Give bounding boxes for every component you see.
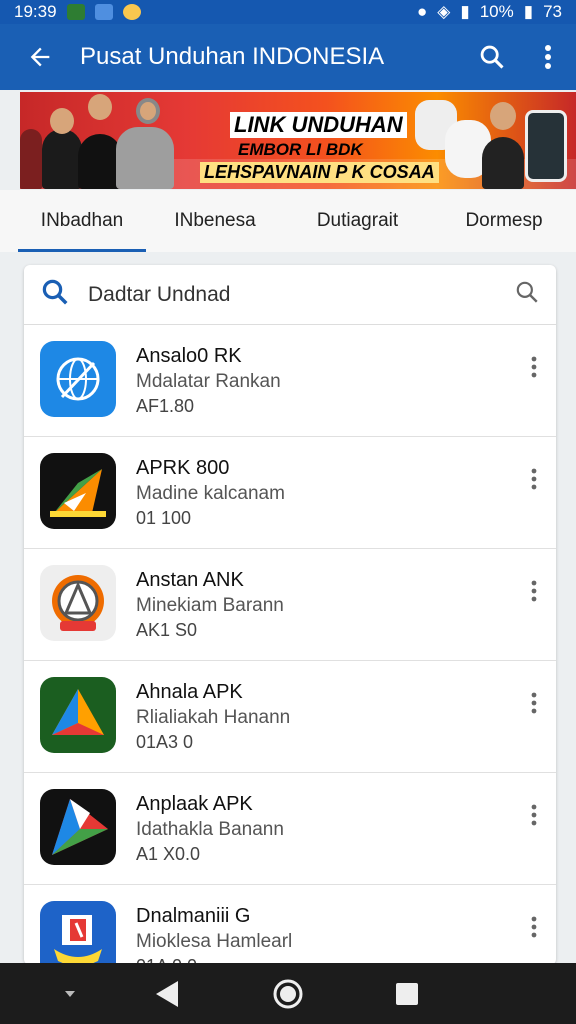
- page-title: Pusat Unduhan INDONESIA: [80, 43, 385, 70]
- ship-icon: [40, 901, 116, 965]
- list-item[interactable]: Anstan ANK Minekiam Barann AK1 S0: [24, 549, 556, 661]
- more-vert-icon[interactable]: [522, 795, 546, 835]
- search-icon: [40, 277, 70, 312]
- banner-tagline: LEHSPAVNAIN P K COSAA: [200, 162, 439, 183]
- person-figure: [42, 129, 82, 189]
- status-bar: 19:39 ● ◈ ▮ 10% ▮ 73: [0, 0, 576, 24]
- app-subtitle: Madine kalcanam: [136, 483, 285, 504]
- person-figure: [482, 137, 524, 189]
- tab-label: INbadhan: [40, 210, 124, 231]
- tab-label: Dutiagrait: [316, 210, 399, 231]
- notification-icon: [66, 4, 85, 20]
- app-subtitle: Minekiam Barann: [136, 595, 284, 616]
- banner-subline: EMBOR LI BDK: [238, 140, 363, 159]
- apk-badge-icon: [40, 565, 116, 641]
- more-vert-icon[interactable]: [522, 347, 546, 387]
- battery-icon: ▮: [523, 2, 534, 21]
- back-icon[interactable]: [138, 963, 198, 1024]
- vibrate-icon: ◈: [437, 2, 451, 21]
- list-item[interactable]: Anplaak APK Idathakla Banann A1 X0.0: [24, 773, 556, 885]
- chat-icon: [122, 4, 141, 20]
- home-icon[interactable]: [258, 963, 318, 1024]
- list-item[interactable]: Ansalo0 RK Mdalatar Rankan AF1.80: [24, 325, 556, 437]
- list-item[interactable]: APRK 800 Madine kalcanam 01 100: [24, 437, 556, 549]
- app-version: 01 100: [136, 508, 192, 528]
- app-name: Anplaak APK: [136, 793, 253, 815]
- location-icon: ●: [416, 2, 428, 21]
- app-name: Dnalmaniii G: [136, 905, 251, 927]
- more-vert-icon[interactable]: [522, 907, 546, 947]
- more-vert-icon[interactable]: [522, 683, 546, 723]
- person-figure: [20, 129, 42, 189]
- tab-dutiagrait[interactable]: Dutiagrait: [300, 190, 415, 252]
- tab-bar: INbadhan INbenesa Dutiagrait Dormesp: [0, 190, 576, 252]
- person-head: [136, 98, 160, 124]
- search-icon[interactable]: [464, 24, 520, 90]
- recents-icon[interactable]: [377, 963, 437, 1024]
- person-head: [490, 102, 516, 130]
- status-extra: 73: [543, 2, 562, 21]
- arrow-triangle-icon: [40, 789, 116, 865]
- tab-inbadhan[interactable]: INbadhan: [18, 190, 146, 252]
- clock: 19:39: [14, 2, 57, 21]
- app-name: Ahnala APK: [136, 681, 243, 703]
- app-version: AF1.80: [136, 396, 195, 416]
- image-icon: [94, 4, 113, 20]
- tab-label: Dormesp: [465, 210, 543, 231]
- keyboard-hide-icon[interactable]: [40, 963, 100, 1024]
- play-triangle-icon: [40, 677, 116, 753]
- search-icon[interactable]: [514, 279, 540, 310]
- app-version: A1 X0.0: [136, 844, 201, 864]
- person-figure: [116, 127, 174, 189]
- back-arrow-icon[interactable]: [0, 24, 80, 90]
- download-list-card: Dadtar Undnad Ansalo0 RK Mdalatar Rankan…: [24, 265, 556, 965]
- tab-label: INbenesa: [174, 210, 256, 231]
- search-label: Dadtar Undnad: [88, 282, 231, 306]
- app-subtitle: Mioklesa Hamlearl: [136, 931, 293, 952]
- app-version: 01A3 0: [136, 732, 194, 752]
- app-subtitle: Idathakla Banann: [136, 819, 284, 840]
- app-bar: Pusat Unduhan INDONESIA: [0, 24, 576, 90]
- more-vert-icon[interactable]: [520, 24, 576, 90]
- more-vert-icon[interactable]: [522, 459, 546, 499]
- phone-image: [525, 110, 567, 182]
- person-head: [50, 108, 74, 134]
- list-item[interactable]: Ahnala APK Rlialiakah Hanann 01A3 0: [24, 661, 556, 773]
- signal-icon: ▮: [460, 2, 470, 21]
- app-name: Anstan ANK: [136, 569, 244, 591]
- app-name: APRK 800: [136, 457, 230, 479]
- app-subtitle: Rlialiakah Hanann: [136, 707, 291, 728]
- promo-banner[interactable]: LINK UNDUHAN EMBOR LI BDK LEHSPAVNAIN P …: [20, 92, 576, 189]
- triangle-icon: [40, 453, 116, 529]
- banner-headline: LINK UNDUHAN: [230, 112, 407, 138]
- app-version: AK1 S0: [136, 620, 198, 640]
- more-vert-icon[interactable]: [522, 571, 546, 611]
- person-head: [88, 94, 112, 120]
- search-row[interactable]: Dadtar Undnad: [24, 265, 556, 325]
- tab-dormesp[interactable]: Dormesp: [448, 190, 560, 252]
- system-nav-bar: [0, 963, 576, 1024]
- globe-icon: [40, 341, 116, 417]
- app-subtitle: Mdalatar Rankan: [136, 371, 281, 392]
- tab-inbenesa[interactable]: INbenesa: [160, 190, 270, 252]
- list-item[interactable]: Dnalmaniii G Mioklesa Hamlearl 01A 0.0: [24, 885, 556, 965]
- battery-text: 10%: [479, 2, 514, 21]
- app-name: Ansalo0 RK: [136, 345, 242, 367]
